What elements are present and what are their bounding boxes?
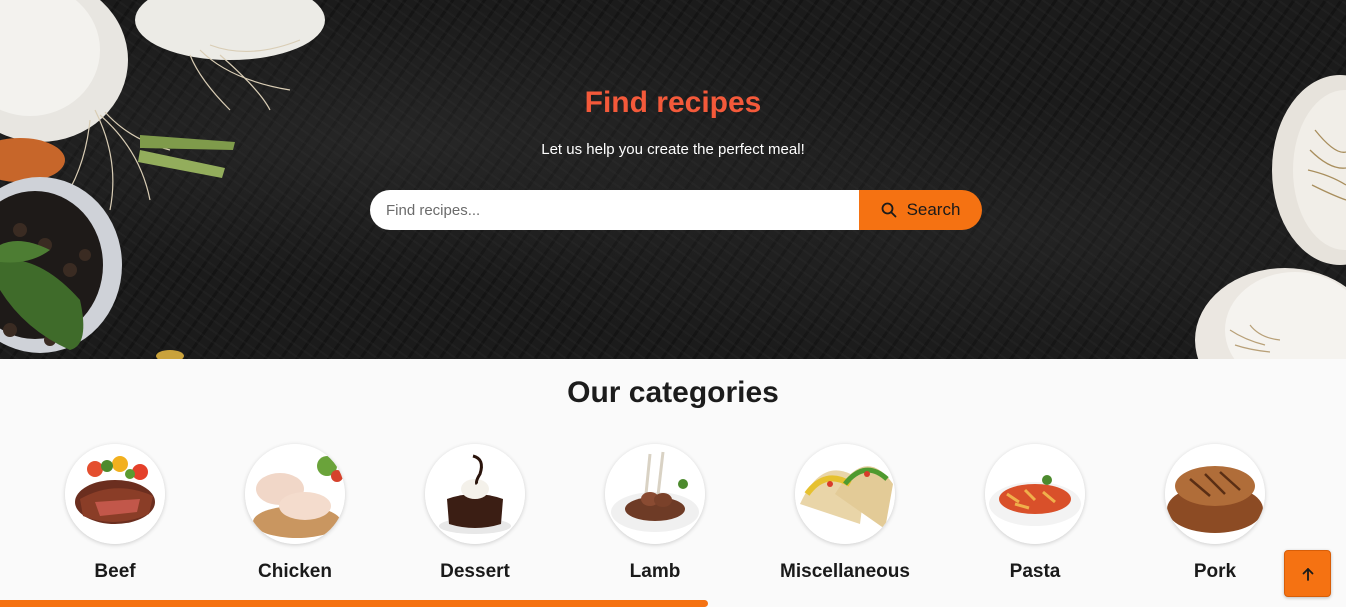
search-button-label: Search [906,200,961,219]
search-icon [881,202,896,218]
back-to-top-button[interactable] [1284,550,1331,597]
category-pork[interactable]: Pork [1125,444,1305,583]
categories-title: Our categories [567,376,779,409]
search-button[interactable]: Search [859,190,982,230]
pork-image [1165,444,1265,544]
lamb-image [605,444,705,544]
category-dessert[interactable]: Dessert [385,444,565,583]
search-bar: Search [370,190,982,230]
category-label: Miscellaneous [780,561,910,582]
category-beef[interactable]: Beef [25,444,205,583]
category-label: Beef [94,561,136,582]
search-input[interactable] [370,190,859,230]
page-title: Find recipes [584,86,762,119]
chicken-image [245,444,345,544]
page-subtitle: Let us help you create the perfect meal! [541,141,805,158]
category-pasta[interactable]: Pasta [945,444,1125,583]
category-lamb[interactable]: Lamb [565,444,745,583]
beef-image [65,444,165,544]
arrow-up-icon [1302,567,1313,581]
miscellaneous-image [795,444,895,544]
category-miscellaneous[interactable]: Miscellaneous [755,444,935,583]
category-label: Lamb [629,561,681,582]
category-label: Chicken [258,561,332,582]
pasta-image [985,444,1085,544]
dessert-image [425,444,525,544]
hero-banner: Find recipes Let us help you create the … [0,0,1346,359]
onion-decoration [0,0,325,359]
scroll-progress-bar [0,600,708,607]
category-chicken[interactable]: Chicken [205,444,385,583]
category-label: Dessert [440,561,510,582]
category-label: Pork [1193,561,1237,582]
category-label: Pasta [1009,561,1061,582]
